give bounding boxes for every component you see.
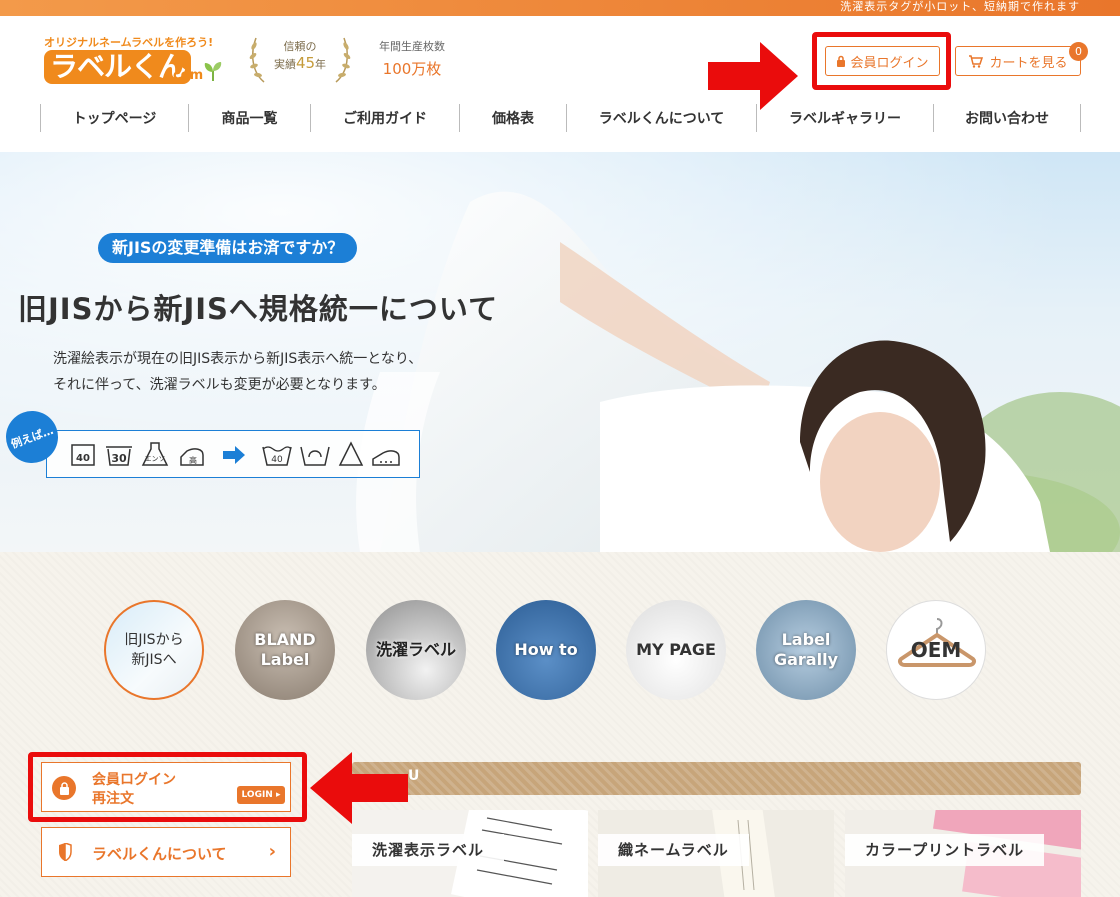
svg-text:30: 30 [111,452,127,465]
new-hand-wash-icon [300,446,330,466]
circle-label-line1: How to [514,640,578,659]
circle-label-line2: Garally [773,650,838,669]
circle-jis-change[interactable]: 旧JISから 新JISへ [104,600,204,700]
hero-banner[interactable]: 新JISの変更準備はお済ですか？ 旧JISから新JISへ規格統一について 洗濯絵… [0,152,1120,552]
svg-text:40: 40 [76,453,90,464]
chevron-right-icon: › [268,841,276,862]
site-header: オリジナルネームラベルを作ろう! ラベルくん .com 信頼の 実績45年 年間… [0,16,1120,152]
main-nav: トップページ 商品一覧 ご利用ガイド 価格表 ラベルくんについて ラベルギャラリ… [40,104,1081,132]
product-color-print-label[interactable]: カラープリントラベル [845,810,1081,897]
product-label: 洗濯表示ラベル [352,834,505,866]
view-cart-label: カートを見る [989,55,1068,71]
nav-item-prices[interactable]: 価格表 [460,104,567,132]
annual-label: 年間生産枚数 [379,40,445,53]
red-arrow-left-icon [310,752,408,824]
product-label: カラープリントラベル [845,834,1045,866]
sidebar-about-button[interactable]: ラベルくんについて › [41,827,291,877]
circle-brand-label[interactable]: BLAND Label [235,600,335,700]
care-symbols-comparison: 40 30 エンソ 高 40 [46,430,420,478]
sprout-icon [204,62,222,81]
sidebar-login-label: 会員ログイン [92,772,176,788]
old-hand-wash-30-icon: 30 [106,446,132,466]
menu-header-bar: U [352,762,1081,795]
old-chlorine-bleach-icon: エンソ [141,442,169,466]
red-arrow-right-icon [708,42,798,110]
circle-label-line2: Label [260,650,310,669]
lock-icon [837,55,846,67]
circle-label-line1: Label [781,630,831,649]
sidebar-about-label: ラベルくんについて [92,845,227,863]
login-tag: LOGIN ▸ [237,786,285,804]
hero-pill: 新JISの変更準備はお済ですか？ [98,233,358,263]
top-announcement-bar: 洗濯表示タグが小ロット、短納期で作れます [0,0,1120,16]
arrow-right-icon [223,446,245,464]
site-logo[interactable]: オリジナルネームラベルを作ろう! ラベルくん .com [44,34,239,96]
view-cart-button[interactable]: カートを見る [955,46,1081,76]
hero-description-line2: それに伴って、洗濯ラベルも変更が必要となります。 [53,377,386,393]
circle-label-line1: BLAND [254,630,316,649]
nav-item-top[interactable]: トップページ [41,104,189,132]
circle-care-label[interactable]: 洗濯ラベル [366,600,466,700]
new-iron-icon [372,450,400,466]
care-symbols-graphic: 40 30 エンソ 高 40 [71,441,400,466]
nav-item-about[interactable]: ラベルくんについて [567,104,757,132]
new-wash-40-icon: 40 [262,446,292,466]
category-circles: 旧JISから 新JISへ BLAND Label 洗濯ラベル How to MY P… [104,600,988,704]
sidebar-reorder-label: 再注文 [92,791,134,807]
cart-count-badge: 0 [1069,42,1088,61]
circle-label-gallery[interactable]: Label Garally [756,600,856,700]
header-login-label: 会員ログイン [850,55,929,71]
circle-oem[interactable]: OEM [886,600,986,700]
header-login-button[interactable]: 会員ログイン [825,46,940,76]
svg-text:高: 高 [189,455,197,465]
hero-title: 旧JISから新JISへ規格統一について [18,292,499,326]
lock-icon [52,776,76,800]
annual-value: 100万枚 [382,60,442,78]
trust-years: 45 [295,54,316,72]
old-iron-high-icon: 高 [180,448,204,466]
circle-label-line1: MY PAGE [636,640,716,659]
svg-text:40: 40 [271,455,283,465]
old-wash-40-icon: 40 [71,444,95,466]
annual-production: 年間生産枚数 100万枚 [370,38,454,79]
hero-description-line1: 洗濯絵表示が現在の旧JIS表示から新JIS表示へ統一となり、 [53,351,423,367]
nav-item-products[interactable]: 商品一覧 [189,104,311,132]
circle-label-line1: 旧JISから [124,632,184,648]
circle-how-to[interactable]: How to [496,600,596,700]
nav-item-guide[interactable]: ご利用ガイド [311,104,460,132]
announcement-text: 洗濯表示タグが小ロット、短納期で作れます [840,0,1080,13]
shield-icon [59,843,72,861]
logo-domain: .com [168,68,204,83]
product-label: 織ネームラベル [598,834,749,866]
product-woven-label[interactable]: 織ネームラベル [598,810,834,897]
cart-icon [969,54,984,68]
nav-item-gallery[interactable]: ラベルギャラリー [757,104,934,132]
content-section: 旧JISから 新JISへ BLAND Label 洗濯ラベル How to MY P… [0,552,1120,897]
laurel-right-icon [335,37,351,83]
menu-header-text: U [408,768,420,784]
circle-label-line1: OEM [910,638,962,662]
circle-label-line1: 洗濯ラベル [375,640,456,659]
trust-badge: 信頼の 実績45年 [248,34,352,86]
svg-text:エンソ: エンソ [145,455,166,463]
circle-label-line2: 新JISへ [131,652,177,668]
nav-item-contact[interactable]: お問い合わせ [934,104,1081,132]
circle-my-page[interactable]: MY PAGE [626,600,726,700]
sidebar-login-reorder-button[interactable]: 会員ログイン 再注文 LOGIN ▸ [41,762,291,812]
logo-tagline: オリジナルネームラベルを作ろう! [44,36,214,49]
new-bleach-triangle-icon [338,441,364,466]
